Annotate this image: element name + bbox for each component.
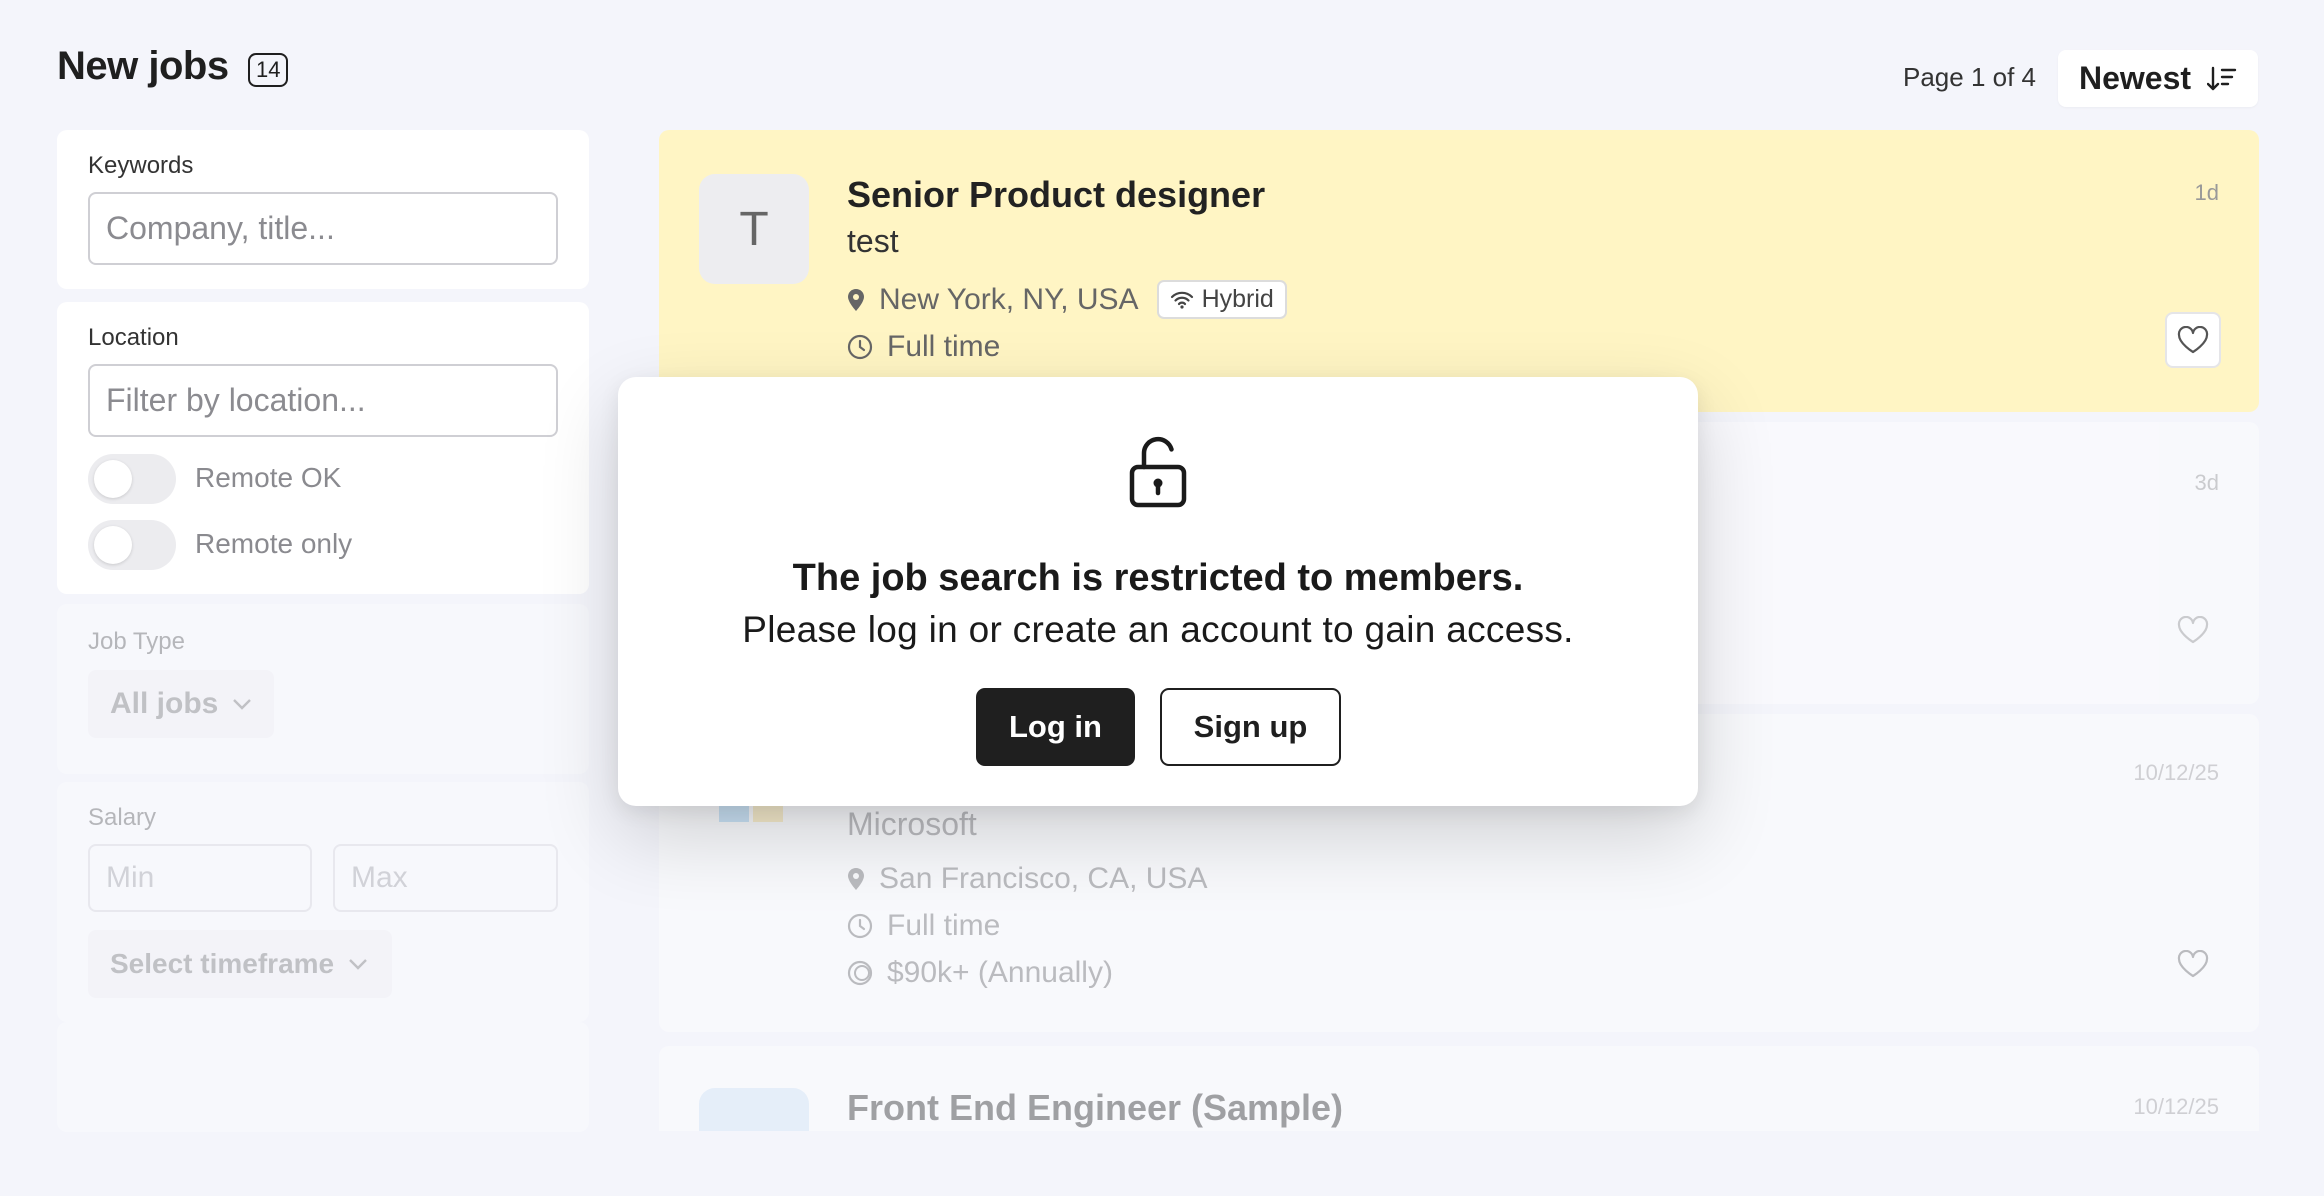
job-title[interactable]: Senior Product designer [847, 174, 1265, 216]
workplace-text: Hybrid [1201, 285, 1274, 313]
chevron-down-icon [349, 959, 367, 970]
members-only-modal: The job search is restricted to members.… [618, 377, 1698, 806]
location-text: San Francisco, CA, USA [879, 862, 1208, 895]
location-pin-icon [848, 288, 864, 311]
job-location: San Francisco, CA, USA [847, 862, 1207, 896]
modal-subtitle: Please log in or create an account to ga… [742, 609, 1574, 650]
keywords-placeholder: Company, title... [106, 210, 335, 246]
job-card[interactable]: T Senior Product designer test New York,… [659, 130, 2259, 412]
company-name: test [847, 223, 899, 259]
salary-label: Salary [88, 804, 157, 831]
salary-min-input[interactable]: Min [88, 844, 312, 912]
sort-icon [2207, 66, 2237, 90]
job-title[interactable]: Front End Engineer (Sample) [847, 1087, 1343, 1129]
modal-title: The job search is restricted to members. [792, 557, 1524, 599]
remote-ok-label: Remote OK [195, 462, 342, 493]
job-employment: Full time [847, 909, 1000, 943]
location-text: New York, NY, USA [879, 282, 1139, 316]
employment-text: Full time [887, 330, 1001, 363]
timeframe-select[interactable]: Select timeframe [88, 930, 392, 998]
sort-button[interactable]: Newest [2058, 50, 2258, 107]
company-logo: T [699, 174, 809, 284]
job-type-label: Job Type [88, 628, 185, 655]
location-label: Location [88, 324, 179, 351]
unlock-icon [1129, 436, 1187, 508]
company-logo [699, 1088, 809, 1131]
remote-ok-toggle[interactable] [88, 454, 176, 504]
wifi-icon [1170, 291, 1193, 309]
job-type-panel: Job Type All jobs [57, 604, 589, 774]
sort-label: Newest [2078, 60, 2192, 96]
keywords-panel: Keywords Company, title... [57, 130, 589, 289]
sidebar-spacer [57, 1022, 589, 1132]
signup-button[interactable]: Sign up [1160, 688, 1341, 766]
job-type-select[interactable]: All jobs [88, 670, 274, 738]
job-count-badge: 14 [248, 53, 289, 87]
timeframe-label: Select timeframe [110, 948, 335, 979]
heart-icon [2177, 950, 2209, 978]
remote-only-toggle[interactable] [88, 520, 176, 570]
posted-date: 1d [2194, 180, 2219, 205]
favorite-button[interactable] [2165, 936, 2221, 992]
keywords-label: Keywords [88, 152, 194, 179]
favorite-button[interactable] [2165, 602, 2221, 658]
location-panel: Location Filter by location... Remote OK… [57, 302, 589, 594]
page-title: New jobs [57, 44, 229, 88]
page-indicator: Page 1 of 4 [1903, 62, 2036, 92]
job-card[interactable]: Front End Engineer (Sample) 10/12/25 [659, 1046, 2259, 1131]
salary-max-input[interactable]: Max [333, 844, 558, 912]
job-salary: $90k+ (Annually) [847, 956, 1113, 990]
job-location: New York, NY, USA Hybrid [847, 280, 1287, 319]
salary-text: $90k+ (Annually) [887, 956, 1113, 989]
clock-icon [847, 334, 873, 360]
favorite-button[interactable] [2165, 312, 2221, 368]
job-type-value: All jobs [110, 687, 219, 720]
heart-icon [2177, 326, 2209, 354]
workplace-badge: Hybrid [1156, 280, 1287, 319]
clock-icon [847, 913, 873, 939]
job-employment: Full time [847, 330, 1000, 364]
salary-panel: Salary Min Max Select timeframe [57, 782, 589, 1022]
location-pin-icon [848, 868, 864, 890]
location-placeholder: Filter by location... [106, 382, 366, 418]
salary-min-placeholder: Min [106, 861, 155, 894]
company-name: Microsoft [847, 806, 977, 842]
logo-letter: T [739, 202, 769, 256]
posted-date: 10/12/25 [2133, 1094, 2219, 1119]
remote-only-label: Remote only [195, 528, 353, 559]
posted-date: 10/12/25 [2133, 760, 2219, 785]
salary-max-placeholder: Max [351, 861, 408, 894]
employment-text: Full time [887, 909, 1001, 942]
location-input[interactable]: Filter by location... [88, 364, 558, 437]
keywords-input[interactable]: Company, title... [88, 192, 558, 265]
heart-icon [2177, 616, 2209, 644]
coins-icon [847, 960, 873, 986]
login-button[interactable]: Log in [976, 688, 1135, 766]
posted-date: 3d [2194, 470, 2219, 495]
chevron-down-icon [233, 699, 252, 710]
